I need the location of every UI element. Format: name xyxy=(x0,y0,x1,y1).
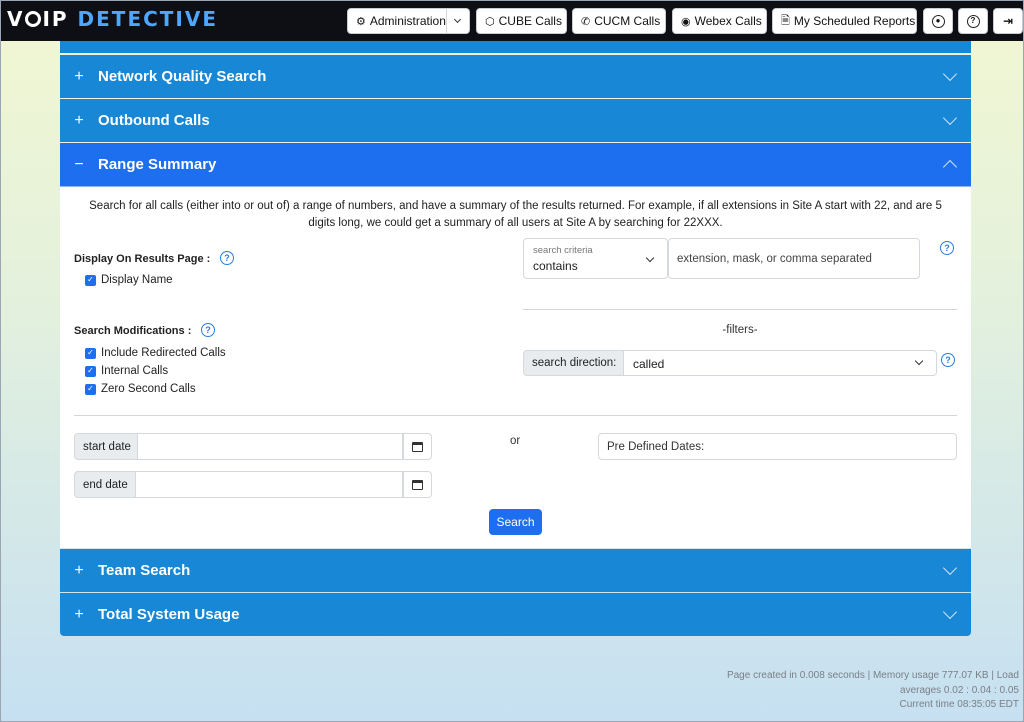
administration-dropdown-toggle[interactable] xyxy=(446,8,470,34)
expand-plus-icon: + xyxy=(74,67,84,85)
page-footer: Page created in 0.008 seconds | Memory u… xyxy=(699,669,1019,713)
predefined-dates-select[interactable]: Pre Defined Dates: xyxy=(598,433,957,460)
app-logo[interactable]: V IP DETECTIVE xyxy=(7,7,218,31)
accordion-title: Team Search xyxy=(98,562,191,579)
cube-calls-button[interactable]: ⬡ CUBE Calls xyxy=(476,8,567,34)
range-summary-description: Search for all calls (either into or out… xyxy=(89,200,942,229)
question-circle-icon: ? xyxy=(966,14,980,28)
chevron-down-icon xyxy=(914,356,924,366)
help-icon[interactable]: ? xyxy=(940,241,954,255)
logo-o-icon xyxy=(25,11,42,27)
chevron-down-icon xyxy=(942,66,958,82)
accordion-range-summary[interactable]: − Range Summary xyxy=(60,143,971,187)
phone-icon: ✆ xyxy=(581,15,591,28)
help-icon[interactable]: ? xyxy=(220,251,234,265)
zero-second-label: Zero Second Calls xyxy=(101,383,196,395)
checkbox-checked-icon[interactable]: ✓ xyxy=(85,383,96,395)
divider xyxy=(523,309,957,310)
accordion-title: Total System Usage xyxy=(98,606,240,623)
scheduled-reports-label: My Scheduled Reports xyxy=(793,14,916,28)
start-date-input[interactable] xyxy=(138,433,403,460)
help-button[interactable]: ? xyxy=(958,8,988,34)
accordion-title: Range Summary xyxy=(98,156,217,173)
search-modifications-label: Search Modifications : xyxy=(74,325,192,337)
checkbox-checked-icon[interactable]: ✓ xyxy=(85,365,96,377)
extension-input[interactable]: extension, mask, or comma separated xyxy=(668,238,920,279)
accordion-title: Network Quality Search xyxy=(98,68,267,85)
calendar-icon xyxy=(412,479,423,490)
internal-calls-label: Internal Calls xyxy=(101,365,169,377)
display-name-label: Display Name xyxy=(101,274,173,286)
chevron-down-icon xyxy=(942,604,958,620)
zero-second-checkbox-row[interactable]: ✓ Zero Second Calls xyxy=(85,383,196,395)
search-button[interactable]: Search xyxy=(489,509,542,535)
checkbox-checked-icon[interactable]: ✓ xyxy=(85,347,96,359)
start-date-label: start date xyxy=(74,433,138,460)
accordion-title: Outbound Calls xyxy=(98,112,210,129)
accordion-total-system-usage[interactable]: + Total System Usage xyxy=(60,593,971,636)
end-date-calendar-button[interactable] xyxy=(403,471,432,498)
collapse-minus-icon: − xyxy=(74,155,84,173)
webex-calls-label: Webex Calls xyxy=(694,14,762,28)
range-summary-panel: Search for all calls (either into or out… xyxy=(60,187,971,548)
calendar-icon xyxy=(412,441,423,452)
search-direction-label: search direction: xyxy=(523,350,624,376)
chevron-up-icon xyxy=(942,159,958,175)
top-navbar: V IP DETECTIVE ⚙ Administration ⬡ CUBE Ca… xyxy=(1,1,1023,41)
search-direction-select[interactable]: called xyxy=(623,350,937,376)
administration-label: Administration xyxy=(369,14,446,28)
accordion-team-search[interactable]: + Team Search xyxy=(60,549,971,592)
include-redirected-label: Include Redirected Calls xyxy=(101,347,226,359)
or-separator: or xyxy=(510,435,521,447)
display-name-checkbox-row[interactable]: ✓ Display Name xyxy=(85,274,173,286)
user-profile-button[interactable]: ● xyxy=(923,8,953,34)
expand-plus-icon: + xyxy=(74,605,84,623)
start-date-calendar-button[interactable] xyxy=(403,433,432,460)
chevron-down-icon xyxy=(942,110,958,126)
chevron-down-icon xyxy=(645,253,655,263)
help-icon[interactable]: ? xyxy=(941,353,955,367)
filters-label: -filters- xyxy=(722,324,758,336)
cube-calls-label: CUBE Calls xyxy=(498,14,562,28)
cucm-calls-button[interactable]: ✆ CUCM Calls xyxy=(572,8,666,34)
accordion-network-quality-search[interactable]: + Network Quality Search xyxy=(60,55,971,98)
record-icon: ◉ xyxy=(681,15,691,28)
include-redirected-checkbox-row[interactable]: ✓ Include Redirected Calls xyxy=(85,347,226,359)
search-criteria-small-label: search criteria xyxy=(533,245,593,256)
logout-icon: ⇥ xyxy=(1002,14,1014,28)
checkbox-checked-icon[interactable]: ✓ xyxy=(85,274,96,286)
user-circle-icon: ● xyxy=(931,14,945,28)
accordion-outbound-calls[interactable]: + Outbound Calls xyxy=(60,99,971,142)
help-icon[interactable]: ? xyxy=(201,323,215,337)
search-criteria-select[interactable]: search criteria contains xyxy=(523,238,668,279)
caret-down-icon xyxy=(453,15,462,23)
end-date-input[interactable] xyxy=(136,471,403,498)
document-icon: 🗎 xyxy=(781,14,790,27)
end-date-label: end date xyxy=(74,471,136,498)
expand-plus-icon: + xyxy=(74,111,84,129)
divider xyxy=(74,415,957,416)
expand-plus-icon: + xyxy=(74,561,84,579)
gear-icon: ⚙ xyxy=(356,15,366,28)
cube-icon: ⬡ xyxy=(485,15,495,28)
scheduled-reports-button[interactable]: 🗎 My Scheduled Reports xyxy=(772,8,917,34)
administration-button[interactable]: ⚙ Administration xyxy=(347,8,447,34)
webex-calls-button[interactable]: ◉ Webex Calls xyxy=(672,8,767,34)
display-on-results-label: Display On Results Page : xyxy=(74,253,211,265)
accordion-previous-panel-edge xyxy=(60,41,971,53)
footer-line: Page created in 0.008 seconds | Memory u… xyxy=(726,670,1019,681)
footer-line: Current time 08:35:05 EDT xyxy=(899,699,1020,710)
internal-calls-checkbox-row[interactable]: ✓ Internal Calls xyxy=(85,365,168,377)
chevron-down-icon xyxy=(942,560,958,576)
cucm-calls-label: CUCM Calls xyxy=(594,14,661,28)
footer-line: averages 0.02 : 0.04 : 0.05 xyxy=(900,684,1019,696)
logout-button[interactable]: ⇥ xyxy=(993,8,1023,34)
search-direction-value: called xyxy=(633,357,665,371)
search-criteria-value: contains xyxy=(533,259,578,273)
